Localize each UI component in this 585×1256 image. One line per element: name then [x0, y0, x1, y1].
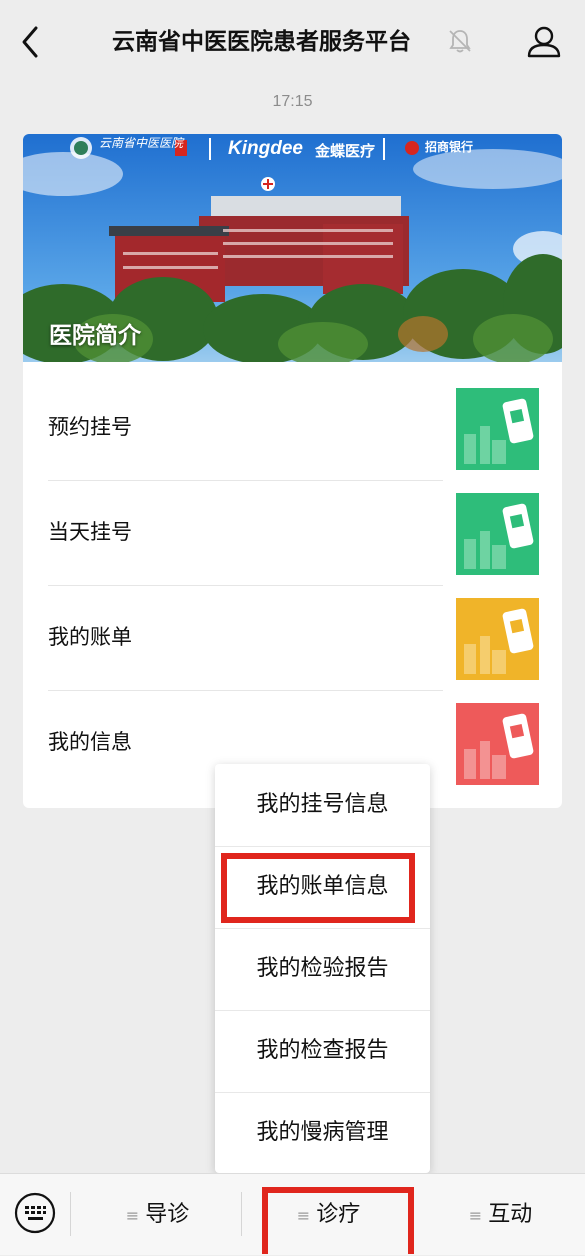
- divider: [241, 1192, 242, 1236]
- list-item-label: 当天挂号: [48, 520, 132, 544]
- submenu-item-exam-report[interactable]: 我的检查报告: [215, 1010, 430, 1092]
- menu-interaction-label: 互动: [488, 1202, 533, 1227]
- bank-logo: 招商银行: [425, 140, 474, 154]
- menu-guide[interactable]: ≡ 导诊: [75, 1174, 240, 1255]
- list-item[interactable]: 预约挂号: [23, 375, 562, 480]
- menu-lines-icon: ≡: [468, 1206, 483, 1225]
- menu-guide-label: 导诊: [145, 1202, 190, 1227]
- submenu-item-registration-info[interactable]: 我的挂号信息: [215, 764, 430, 846]
- hospital-logo-text: 云南省中医医院: [99, 136, 184, 150]
- keyboard-toggle-button[interactable]: [14, 1192, 56, 1234]
- highlight-annotation: [262, 1187, 414, 1254]
- submenu-item-chronic-disease[interactable]: 我的慢病管理: [215, 1092, 430, 1174]
- banner-title: 医院简介: [49, 323, 141, 349]
- kingdee-logo-cn: 金蝶医疗: [315, 142, 376, 160]
- keyboard-icon: [14, 1192, 56, 1234]
- menu-lines-icon: ≡: [125, 1206, 140, 1225]
- my-info-thumbnail: [456, 703, 539, 785]
- list-item-label: 我的账单: [48, 625, 132, 649]
- page-title: 云南省中医医院患者服务平台: [112, 29, 411, 55]
- user-icon: [527, 26, 561, 58]
- bell-muted-icon: [447, 28, 473, 54]
- chevron-left-icon: [22, 26, 38, 58]
- appointment-thumbnail: [456, 388, 539, 470]
- list-item-label: 预约挂号: [48, 415, 132, 439]
- highlight-annotation: [221, 853, 415, 923]
- message-timestamp: 17:15: [272, 93, 313, 110]
- diagnosis-submenu: 我的挂号信息 我的账单信息 我的检验报告 我的检查报告 我的慢病管理: [215, 764, 430, 1173]
- submenu-item-lab-report[interactable]: 我的检验报告: [215, 928, 430, 1010]
- list-item[interactable]: 当天挂号: [23, 480, 562, 585]
- kingdee-logo: Kingdee: [228, 138, 303, 159]
- profile-button[interactable]: [524, 22, 564, 62]
- menu-interaction[interactable]: ≡ 互动: [418, 1174, 583, 1255]
- bill-thumbnail: [456, 598, 539, 680]
- back-button[interactable]: [14, 22, 48, 62]
- article-card: 云南省中医医院 Kingdee 金蝶医疗 招商银行 医院简介 预约挂号 当天挂号…: [23, 134, 562, 808]
- hospital-intro-banner[interactable]: 云南省中医医院 Kingdee 金蝶医疗 招商银行 医院简介: [23, 134, 562, 362]
- list-item[interactable]: 我的账单: [23, 585, 562, 690]
- top-nav-bar: 云南省中医医院患者服务平台: [0, 0, 585, 84]
- list-item-label: 我的信息: [48, 730, 132, 754]
- divider: [70, 1192, 71, 1236]
- same-day-registration-thumbnail: [456, 493, 539, 575]
